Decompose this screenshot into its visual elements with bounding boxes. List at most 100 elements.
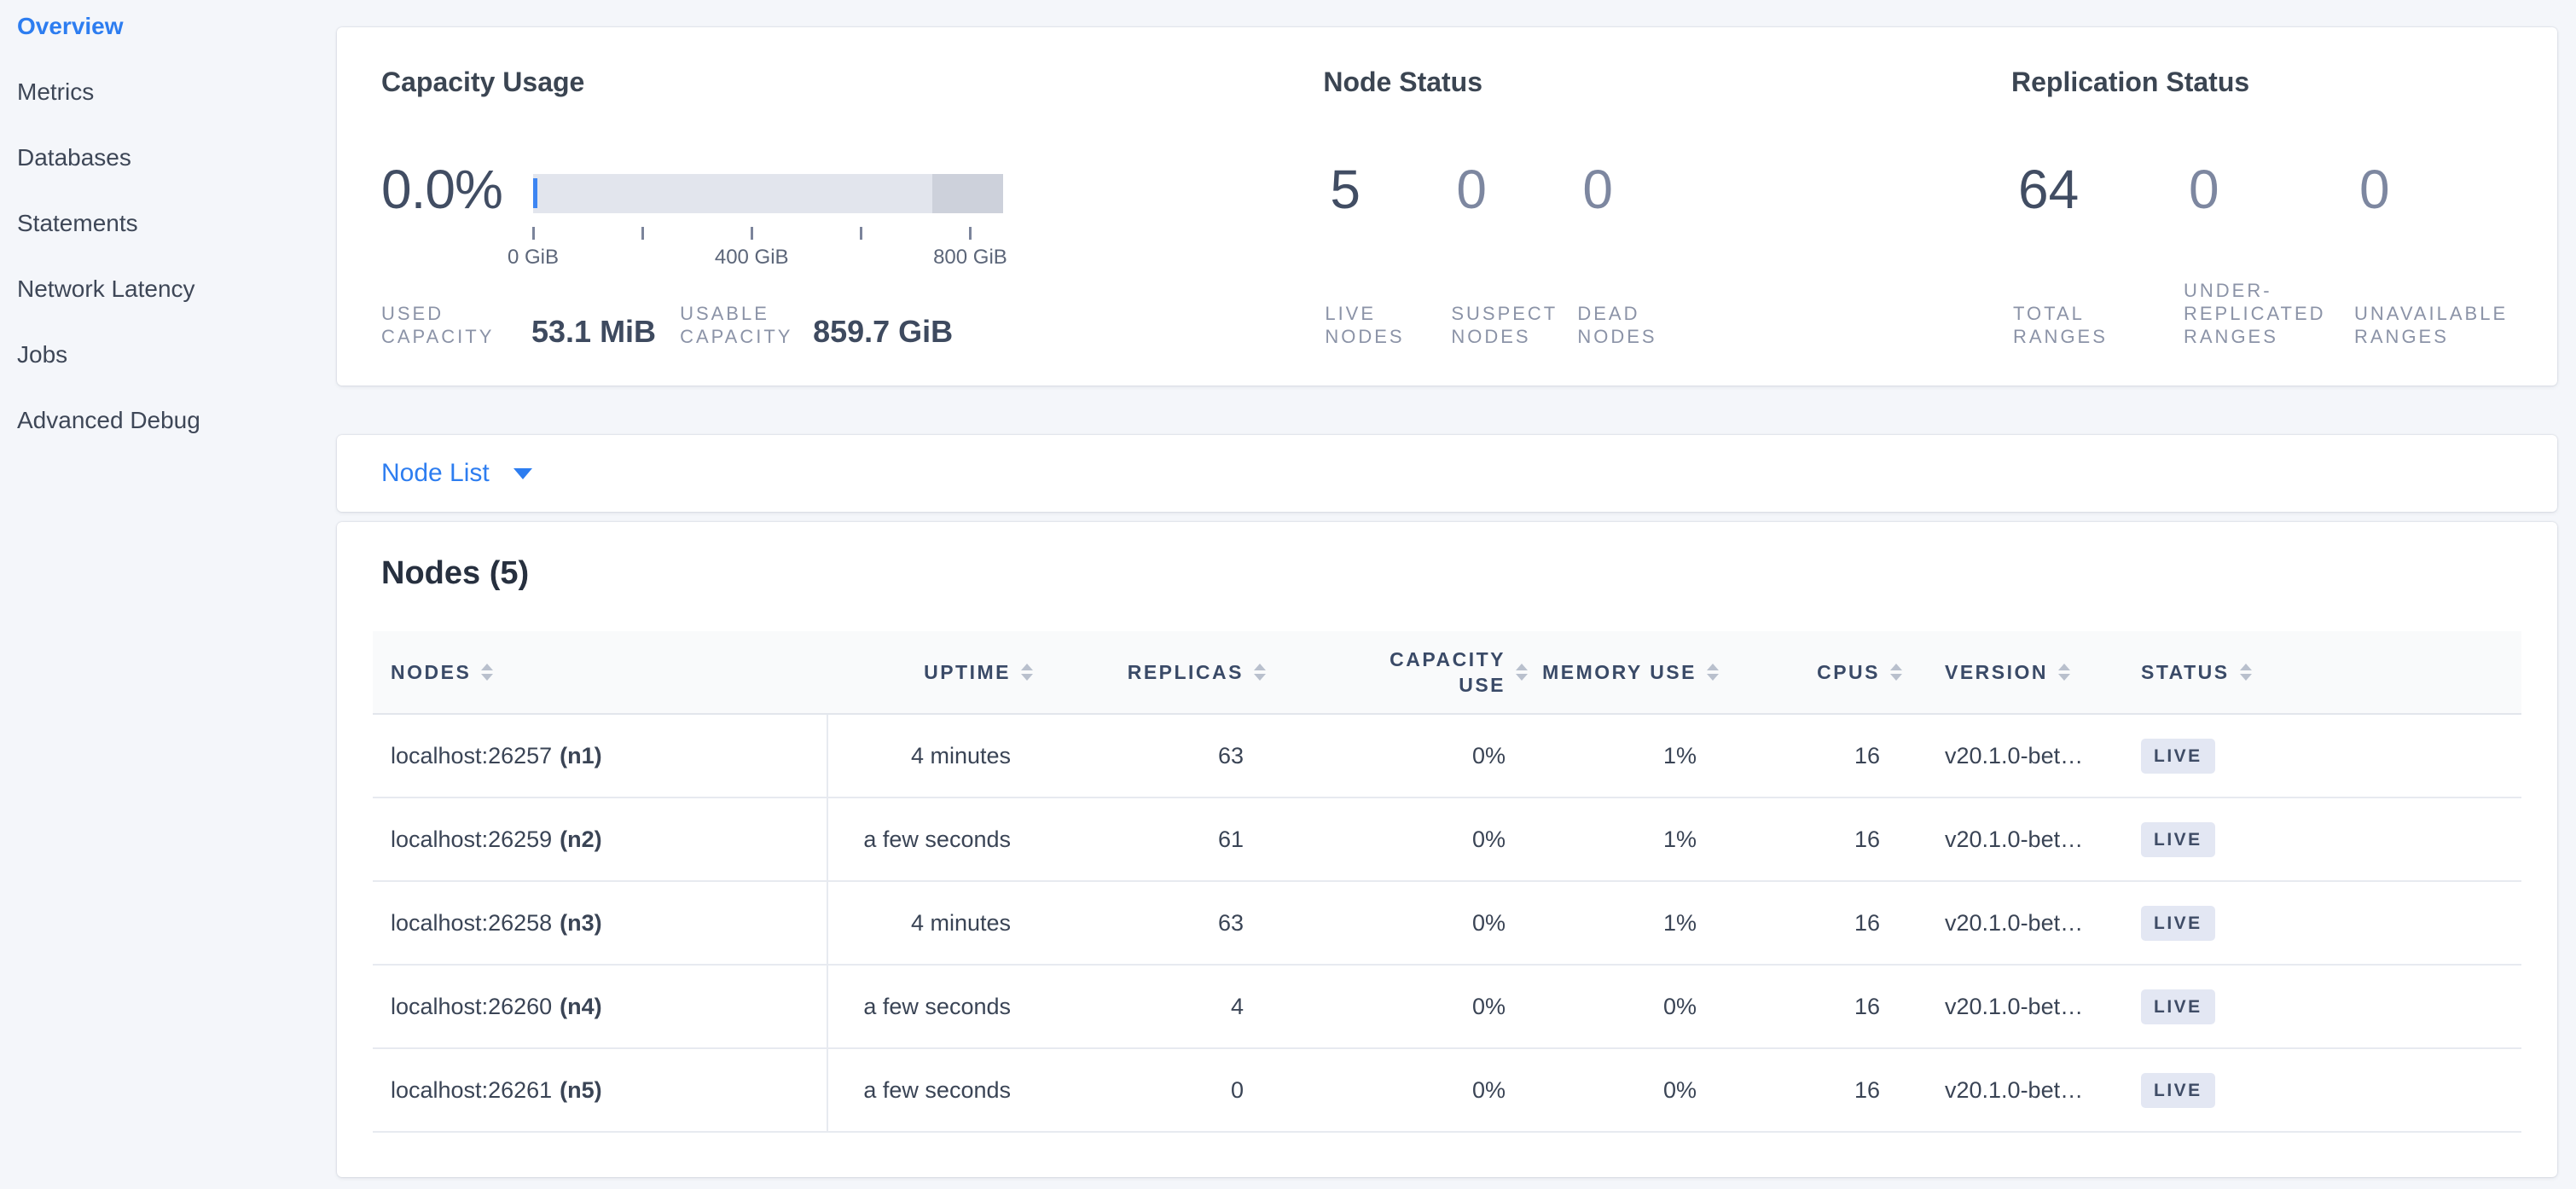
table-row: localhost:26257(n1) 4 minutes 63 0% 1% 1…	[373, 715, 2521, 798]
replicas-cell: 63	[1036, 715, 1269, 797]
cpus-cell: 16	[1722, 798, 1906, 880]
live-nodes-count: 5	[1323, 162, 1449, 217]
table-row: localhost:26260(n4) a few seconds 4 0% 0…	[373, 966, 2521, 1049]
replicas-cell: 4	[1036, 966, 1269, 1047]
status-badge: LIVE	[2141, 906, 2215, 941]
sidebar-item-metrics[interactable]: Metrics	[17, 78, 337, 143]
capacity-use-cell: 0%	[1269, 798, 1531, 880]
cpus-cell: 16	[1722, 715, 1906, 797]
memory-use-cell: 0%	[1531, 966, 1722, 1047]
version-cell: v20.1.0-bet…	[1906, 715, 2102, 797]
cpus-cell: 16	[1722, 882, 1906, 964]
nodes-table-header: NODES UPTIME REPLICAS CAPACITY USE MEMOR…	[373, 631, 2521, 715]
status-badge: LIVE	[2141, 1073, 2215, 1108]
column-header-capacity-use[interactable]: CAPACITY USE	[1269, 631, 1531, 713]
unavailable-ranges-label: UNAVAILABLE RANGES	[2353, 302, 2523, 348]
sidebar-item-statements[interactable]: Statements	[17, 209, 337, 275]
node-list-dropdown[interactable]: Node List	[337, 435, 2557, 512]
capacity-bar	[533, 174, 1003, 213]
sort-icon	[1254, 664, 1266, 681]
memory-use-cell: 1%	[1531, 882, 1722, 964]
capacity-axis: 0 GiB 400 GiB 800 GiB	[533, 213, 1003, 261]
capacity-use-cell: 0%	[1269, 882, 1531, 964]
sidebar-item-jobs[interactable]: Jobs	[17, 340, 337, 406]
live-nodes-label: LIVE NODES	[1323, 302, 1449, 348]
node-status-title: Node Status	[1323, 65, 2011, 99]
nodes-table-card: Nodes (5) NODES UPTIME REPLICAS CAPACITY…	[337, 522, 2557, 1177]
axis-label-400gib: 400 GiB	[715, 246, 789, 270]
under-replicated-ranges-label: UNDER-REPLICATED RANGES	[2182, 279, 2353, 348]
total-ranges-label: TOTAL RANGES	[2011, 302, 2182, 348]
node-link[interactable]: localhost:26258(n3)	[391, 910, 602, 937]
version-cell: v20.1.0-bet…	[1906, 798, 2102, 880]
total-ranges-count: 64	[2011, 162, 2182, 217]
sidebar-item-overview[interactable]: Overview	[17, 12, 337, 78]
cluster-summary-card: Capacity Usage 0.0%	[337, 27, 2557, 386]
sidebar-nav: Overview Metrics Databases Statements Ne…	[0, 0, 337, 472]
node-link[interactable]: localhost:26257(n1)	[391, 743, 602, 769]
column-header-memory-use[interactable]: MEMORY USE	[1531, 631, 1722, 713]
capacity-bar-chart: 0 GiB 400 GiB 800 GiB	[533, 162, 1003, 261]
capacity-use-cell: 0%	[1269, 715, 1531, 797]
column-header-uptime[interactable]: UPTIME	[828, 631, 1036, 713]
nodes-table: NODES UPTIME REPLICAS CAPACITY USE MEMOR…	[373, 631, 2521, 1133]
replicas-cell: 63	[1036, 882, 1269, 964]
sort-icon	[1021, 664, 1033, 681]
uptime-cell: a few seconds	[828, 798, 1036, 880]
suspect-nodes-label: SUSPECT NODES	[1449, 302, 1575, 348]
sidebar-item-network-latency[interactable]: Network Latency	[17, 275, 337, 340]
suspect-nodes-count: 0	[1449, 162, 1575, 217]
column-header-nodes[interactable]: NODES	[373, 631, 828, 713]
column-header-status[interactable]: STATUS	[2102, 631, 2521, 713]
capacity-usage-section: Capacity Usage 0.0%	[381, 65, 1323, 348]
replicas-cell: 61	[1036, 798, 1269, 880]
sidebar-item-databases[interactable]: Databases	[17, 143, 337, 209]
sort-icon	[2240, 664, 2252, 681]
node-list-dropdown-label: Node List	[381, 459, 490, 488]
sort-icon	[1516, 664, 1528, 681]
node-link[interactable]: localhost:26260(n4)	[391, 994, 602, 1020]
usable-capacity-label: USABLE CAPACITY	[680, 302, 799, 348]
column-header-replicas[interactable]: REPLICAS	[1036, 631, 1269, 713]
capacity-usage-title: Capacity Usage	[381, 65, 1323, 99]
status-badge: LIVE	[2141, 822, 2215, 857]
table-row: localhost:26258(n3) 4 minutes 63 0% 1% 1…	[373, 882, 2521, 966]
column-header-cpus[interactable]: CPUS	[1722, 631, 1906, 713]
cpus-cell: 16	[1722, 1049, 1906, 1131]
version-cell: v20.1.0-bet…	[1906, 966, 2102, 1047]
sort-icon	[1707, 664, 1719, 681]
table-row: localhost:26261(n5) a few seconds 0 0% 0…	[373, 1049, 2521, 1133]
dead-nodes-count: 0	[1575, 162, 1702, 217]
replication-status-section: Replication Status 64 0 0 TOTAL RANGES U…	[2011, 65, 2523, 348]
node-status-section: Node Status 5 0 0 LIVE NODES SUSPECT NOD…	[1323, 65, 2011, 348]
sidebar-item-advanced-debug[interactable]: Advanced Debug	[17, 406, 337, 472]
sort-icon	[1890, 664, 1902, 681]
capacity-bar-used-indicator	[533, 178, 537, 208]
unavailable-ranges-count: 0	[2353, 162, 2523, 217]
sort-icon	[2058, 664, 2070, 681]
chevron-down-icon	[513, 468, 532, 479]
memory-use-cell: 0%	[1531, 1049, 1722, 1131]
node-link[interactable]: localhost:26259(n2)	[391, 826, 602, 853]
version-cell: v20.1.0-bet…	[1906, 1049, 2102, 1131]
version-cell: v20.1.0-bet…	[1906, 882, 2102, 964]
node-link[interactable]: localhost:26261(n5)	[391, 1077, 602, 1104]
used-capacity-label: USED CAPACITY	[381, 302, 518, 348]
column-header-version[interactable]: VERSION	[1906, 631, 2102, 713]
usable-capacity-value: 859.7 GiB	[813, 316, 953, 348]
uptime-cell: a few seconds	[828, 1049, 1036, 1131]
capacity-use-cell: 0%	[1269, 966, 1531, 1047]
replicas-cell: 0	[1036, 1049, 1269, 1131]
nodes-table-title: Nodes (5)	[381, 554, 2521, 592]
uptime-cell: a few seconds	[828, 966, 1036, 1047]
table-row: localhost:26259(n2) a few seconds 61 0% …	[373, 798, 2521, 882]
under-replicated-ranges-count: 0	[2182, 162, 2353, 217]
axis-label-0gib: 0 GiB	[508, 246, 559, 270]
status-badge: LIVE	[2141, 989, 2215, 1024]
capacity-bar-reserved-segment	[932, 174, 1003, 213]
uptime-cell: 4 minutes	[828, 715, 1036, 797]
replication-status-title: Replication Status	[2011, 65, 2523, 99]
dead-nodes-label: DEAD NODES	[1575, 302, 1702, 348]
capacity-use-cell: 0%	[1269, 1049, 1531, 1131]
axis-label-800gib: 800 GiB	[933, 246, 1007, 270]
